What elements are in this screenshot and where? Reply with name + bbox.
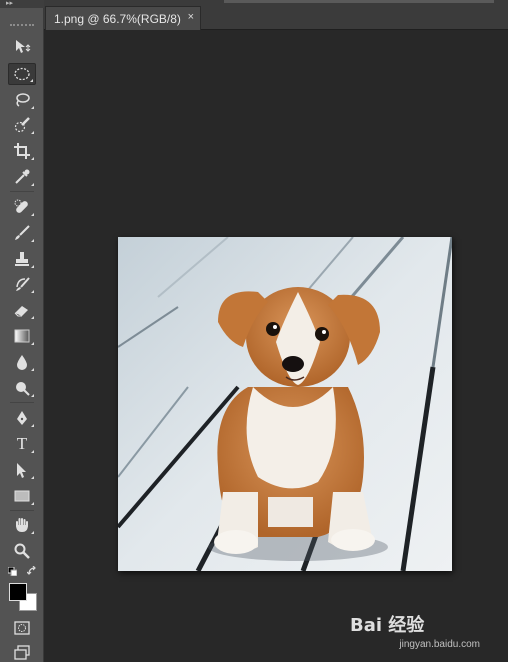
eraser-tool[interactable] [8, 299, 36, 321]
tool-flyout-icon [31, 131, 34, 134]
dodge-icon [16, 382, 30, 396]
screen-mode-button[interactable] [8, 642, 36, 662]
screen-mode-icon [14, 645, 30, 660]
stamp-icon [15, 252, 29, 266]
path-selection-icon [17, 463, 26, 478]
swap-colors-icon[interactable] [27, 566, 38, 577]
document-tab-bar: 1.png @ 66.7%(RGB/8) × [44, 0, 508, 30]
quick-mask-icon [14, 621, 30, 635]
hand-icon [16, 518, 28, 532]
panel-collapse-button[interactable]: ▸▸ [0, 0, 44, 8]
tool-flyout-icon [31, 450, 34, 453]
tab-bar-strip [224, 0, 494, 3]
quick-selection-icon [14, 117, 30, 133]
zoom-icon [14, 543, 30, 559]
type-icon: T [16, 434, 28, 453]
gradient-tool[interactable] [8, 325, 36, 347]
document-tab-title: 1.png @ 66.7%(RGB/8) [54, 11, 181, 26]
watermark-url: jingyan.baidu.com [399, 639, 480, 650]
lasso-icon [16, 93, 30, 107]
pen-tool[interactable] [8, 407, 36, 429]
history-brush-tool[interactable] [8, 273, 36, 295]
tool-flyout-icon [31, 265, 34, 268]
panel-grip[interactable] [10, 24, 34, 26]
tool-separator [10, 191, 34, 192]
quick-mask-button[interactable] [8, 617, 36, 639]
tool-flyout-icon [31, 290, 34, 293]
tool-flyout-icon [31, 394, 34, 397]
tool-flyout-icon [31, 213, 34, 216]
ellipse-marquee-icon [14, 67, 30, 81]
crop-tool[interactable] [8, 140, 36, 162]
clone-stamp-tool[interactable] [8, 248, 36, 270]
spot-healing-tool[interactable] [8, 196, 36, 218]
gradient-icon [14, 329, 30, 343]
document-canvas-image[interactable] [118, 237, 452, 571]
tool-flyout-icon [31, 106, 34, 109]
type-tool[interactable]: T [8, 433, 36, 455]
tool-flyout-icon [31, 342, 34, 345]
watermark: Bai 经验 jingyan.baidu.com [350, 608, 480, 650]
default-colors-icon[interactable] [8, 567, 17, 576]
close-icon[interactable]: × [188, 11, 194, 23]
brush-tool[interactable] [8, 222, 36, 244]
tool-flyout-icon [31, 157, 34, 160]
watermark-text: Bai 经验 [350, 615, 425, 636]
tool-flyout-icon [31, 368, 34, 371]
brush-icon [15, 225, 30, 240]
drop-icon [17, 355, 27, 370]
tool-flyout-icon [31, 239, 34, 242]
canvas-workspace[interactable]: Bai 经验 jingyan.baidu.com [44, 31, 508, 662]
eraser-icon [14, 306, 28, 317]
tab-document[interactable]: 1.png @ 66.7%(RGB/8) × [45, 6, 201, 30]
pen-icon [17, 411, 27, 425]
blur-tool[interactable] [8, 351, 36, 373]
tool-flyout-icon [31, 183, 34, 186]
tool-flyout-icon [31, 476, 34, 479]
tool-flyout-icon [30, 79, 33, 82]
rectangle-icon [14, 490, 30, 502]
quick-selection-tool[interactable] [8, 114, 36, 136]
tools-panel: ▸▸ T [0, 0, 44, 662]
tool-flyout-icon [31, 316, 34, 319]
tool-flyout-icon [31, 502, 34, 505]
elliptical-marquee-tool[interactable] [8, 63, 36, 85]
eyedropper-tool[interactable] [8, 166, 36, 188]
rectangle-tool[interactable] [8, 485, 36, 507]
path-selection-tool[interactable] [8, 459, 36, 481]
zoom-tool[interactable] [8, 540, 36, 562]
puppy-photo [118, 237, 452, 571]
foreground-color-swatch[interactable] [9, 583, 27, 601]
hand-tool[interactable] [8, 514, 36, 536]
tool-separator [10, 510, 34, 511]
tool-flyout-icon [31, 424, 34, 427]
lasso-tool[interactable] [8, 89, 36, 111]
history-brush-icon [16, 277, 30, 291]
crop-icon [14, 143, 30, 159]
dodge-tool[interactable] [8, 377, 36, 399]
tool-separator [10, 402, 34, 403]
eyedropper-icon [15, 169, 30, 184]
move-tool[interactable] [8, 36, 36, 58]
move-icon [16, 40, 31, 53]
tool-flyout-icon [31, 531, 34, 534]
bandage-icon [14, 199, 28, 213]
